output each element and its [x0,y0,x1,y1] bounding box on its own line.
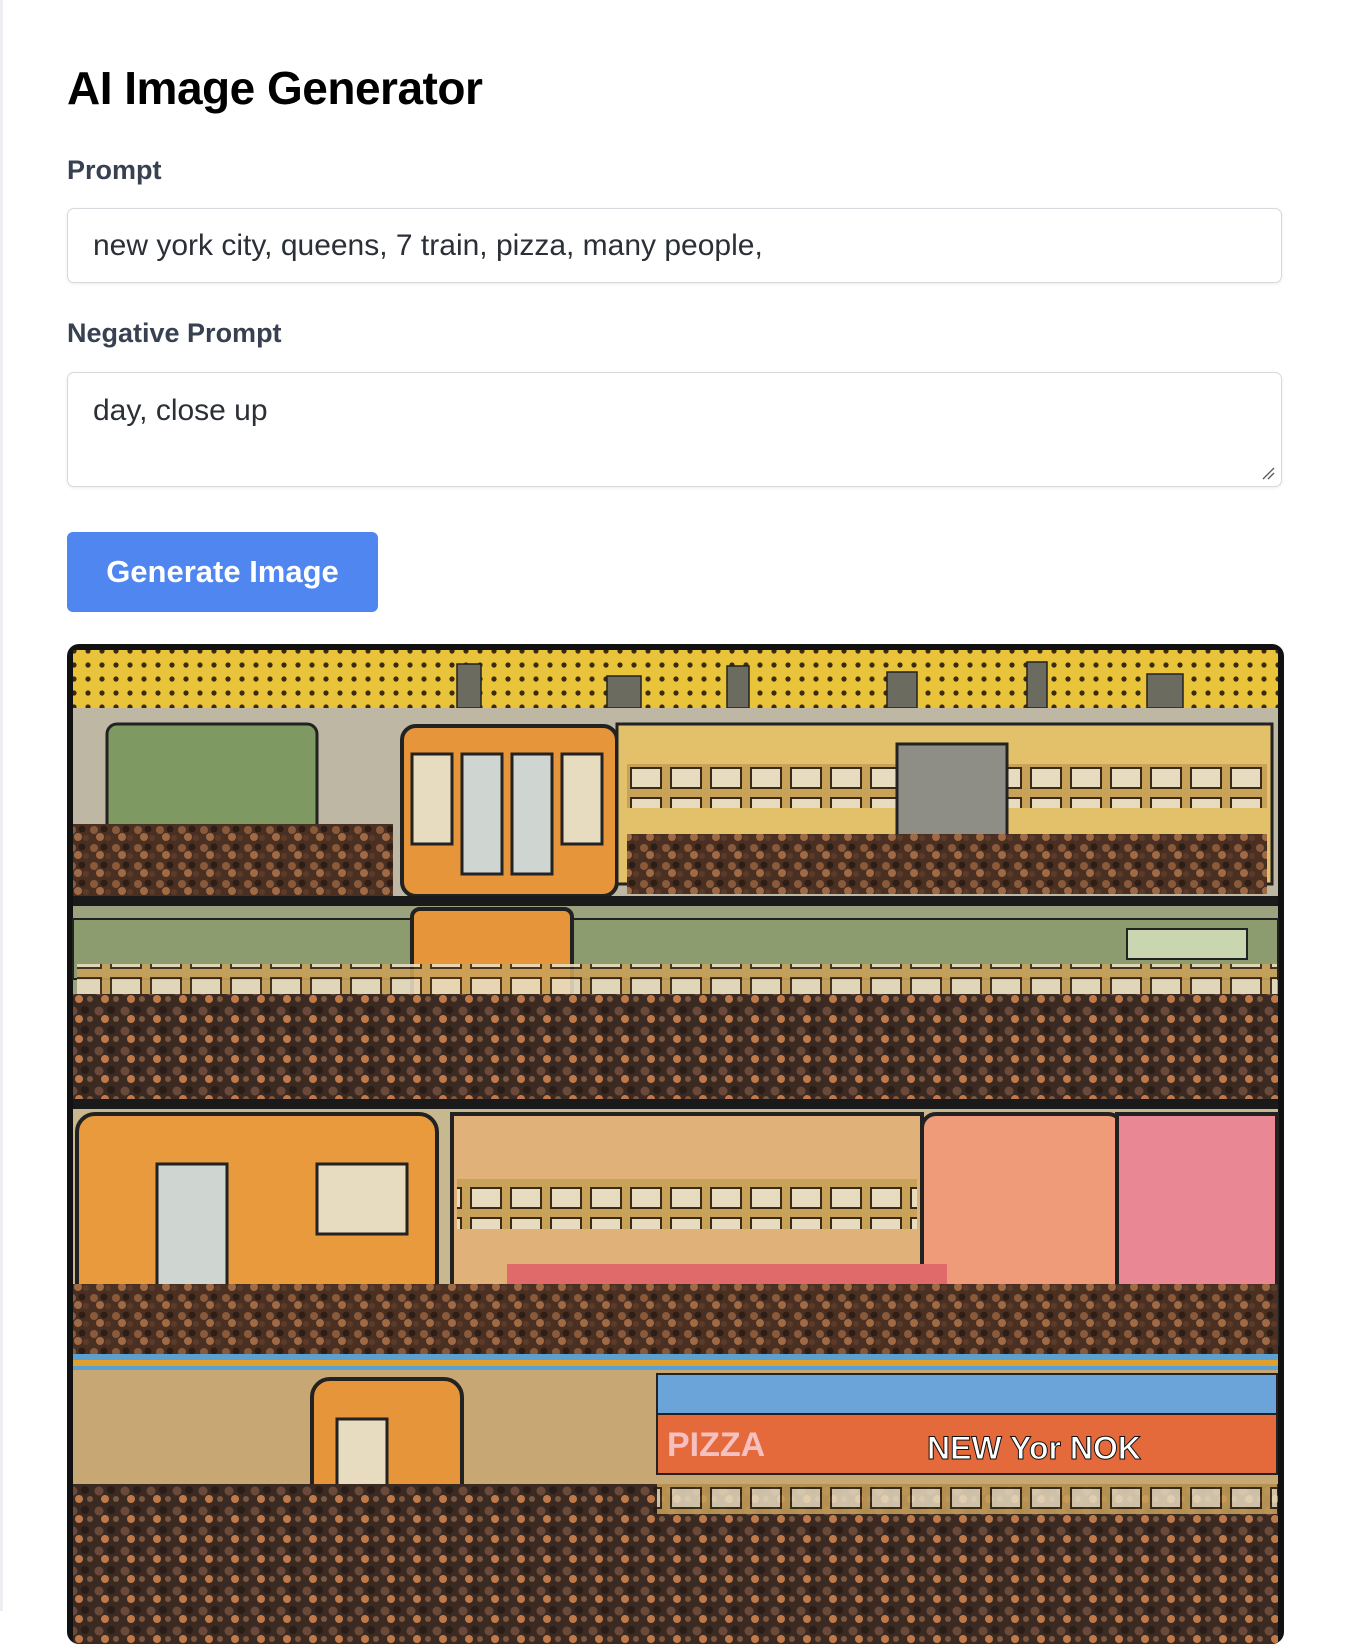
prompt-label: Prompt [67,155,162,185]
page-edge [0,0,3,1611]
generated-image: PIZZA NEW Yor NOK [67,644,1284,1644]
resize-handle-icon[interactable] [1261,466,1275,480]
new-york-sign: NEW Yor NOK [927,1430,1141,1466]
negative-prompt-value: day, close up [93,394,268,427]
negative-prompt-label: Negative Prompt [67,318,282,348]
negative-prompt-textarea[interactable]: day, close up [67,372,1282,487]
page-title: AI Image Generator [67,62,483,114]
prompt-input[interactable]: new york city, queens, 7 train, pizza, m… [67,208,1282,283]
generate-image-button[interactable]: Generate Image [67,532,378,612]
pizza-sign: PIZZA [667,1426,765,1464]
generated-image-canvas: PIZZA NEW Yor NOK [72,650,1279,1644]
